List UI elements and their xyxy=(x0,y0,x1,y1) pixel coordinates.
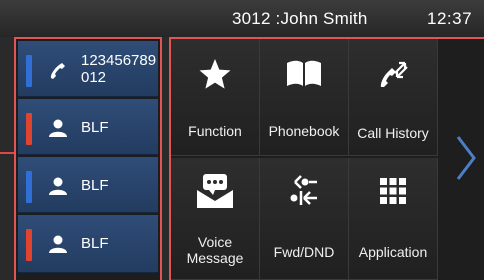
phonebook-label: Phonebook xyxy=(268,123,340,139)
line-key-1[interactable]: 123456789 012 xyxy=(18,41,158,97)
phonebook-button[interactable]: Phonebook xyxy=(260,39,349,156)
line-key-3[interactable]: BLF xyxy=(18,157,158,213)
application-button[interactable]: Application xyxy=(349,158,438,280)
voice-message-button[interactable]: Voice Message xyxy=(171,158,260,280)
user-icon xyxy=(48,177,68,200)
line-key-indicator xyxy=(26,55,32,87)
line-key-indicator xyxy=(26,171,32,203)
function-label: Function xyxy=(188,123,242,139)
voicemail-icon xyxy=(171,172,259,212)
line-key-label: BLF xyxy=(81,119,109,136)
call-history-button[interactable]: Call History xyxy=(349,39,438,156)
function-button[interactable]: Function xyxy=(171,39,260,156)
line-key-indicator xyxy=(26,229,32,261)
fwd-dnd-button[interactable]: Fwd/DND xyxy=(260,158,349,280)
grid-icon xyxy=(349,178,437,218)
star-icon xyxy=(171,57,259,97)
next-page-button[interactable] xyxy=(449,39,484,280)
callout-line xyxy=(0,152,14,154)
user-icon xyxy=(48,119,68,142)
status-bar: 3012 :John Smith 12:37 xyxy=(0,0,484,37)
line-key-panel: 123456789 012 BLF BLF BLF xyxy=(14,37,162,280)
call-history-icon xyxy=(349,57,437,97)
handset-icon xyxy=(48,61,68,86)
line-key-4[interactable]: BLF xyxy=(18,215,158,273)
line-key-2[interactable]: BLF xyxy=(18,99,158,155)
line-key-label: 123456789 012 xyxy=(81,52,157,86)
fwd-dnd-label: Fwd/DND xyxy=(273,244,335,260)
line-key-label: BLF xyxy=(81,235,109,252)
clock: 12:37 xyxy=(427,9,473,28)
function-menu: Function Phonebook Call History Voice Me… xyxy=(169,37,484,280)
call-history-label: Call History xyxy=(357,125,429,141)
application-label: Application xyxy=(358,244,428,260)
phone-screen: 3012 :John Smith 12:37 123456789 012 BLF xyxy=(0,0,484,280)
voice-message-label: Voice Message xyxy=(186,234,244,266)
book-icon xyxy=(260,57,348,97)
line-key-label: BLF xyxy=(81,177,109,194)
account-label: 3012 :John Smith xyxy=(232,9,368,28)
forward-dnd-icon xyxy=(260,172,348,212)
user-icon xyxy=(48,235,68,258)
line-key-indicator xyxy=(26,113,32,145)
